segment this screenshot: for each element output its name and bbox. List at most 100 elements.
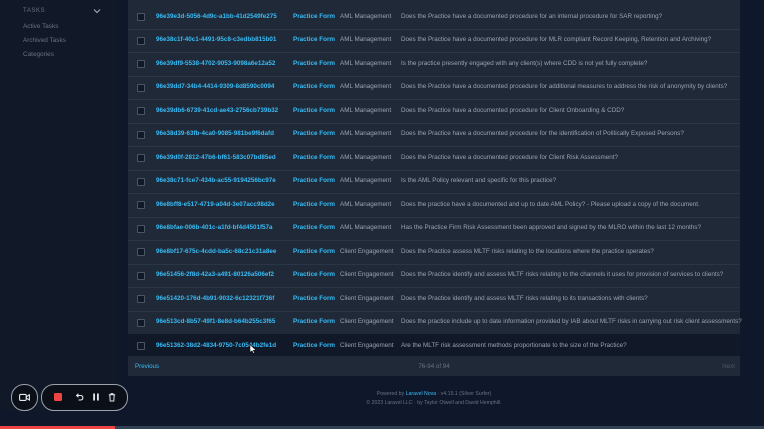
table-row[interactable]: 96e51362-38d2-4834-9750-7c0544b2fe1d Pra…	[128, 334, 740, 359]
table-row[interactable]: 96e39db6-6739-41cd-ae43-2756cb739b32 Pra…	[128, 99, 740, 124]
table-row[interactable]: 96e39df9-5538-4702-9053-9098a6e12a52 Pra…	[128, 52, 740, 77]
task-id-link[interactable]: 96e39db6-6739-41cd-ae43-2756cb739b32	[156, 107, 278, 114]
task-question: Has the Practice Firm Risk Assessment be…	[401, 224, 701, 231]
task-type-link[interactable]: Practice Form	[293, 177, 335, 184]
task-type-link[interactable]: Practice Form	[293, 154, 335, 161]
task-question: Does the Practice have a documented proc…	[401, 36, 712, 43]
sidebar-item-categories[interactable]: Categories	[23, 51, 54, 58]
table-row[interactable]: 96e513cd-8b57-49f1-8e8d-b64b255c3f65 Pra…	[128, 311, 742, 335]
table-row[interactable]: 96e51420-176d-4b91-9032-6c12321f736f Pra…	[128, 287, 740, 312]
row-checkbox[interactable]	[137, 13, 145, 21]
chevron-down-icon	[93, 9, 101, 14]
task-category: AML Management	[340, 83, 392, 90]
task-id-link[interactable]: 96e51456-2f8d-42a3-a491-80126a506ef2	[156, 271, 274, 278]
task-type-link[interactable]: Practice Form	[293, 60, 335, 67]
task-question: Is the AML Policy relevant and specific …	[401, 177, 557, 184]
sidebar-item-active-tasks[interactable]: Active Tasks	[23, 23, 58, 30]
task-id-link[interactable]: 96e39d0f-2812-47b6-bf61-583c07bd85ed	[156, 154, 276, 161]
footer-powered-by: Powered by	[376, 391, 405, 397]
table-row[interactable]: 96e39d0f-2812-47b6-bf61-583c07bd85ed Pra…	[128, 146, 740, 171]
task-category: Client Engagement	[340, 247, 394, 255]
task-question: Does the Practice have a documented proc…	[401, 83, 728, 90]
task-type-link[interactable]: Practice Form	[293, 201, 335, 208]
task-id-link[interactable]: 96e8bff8-e517-4719-a04d-3e07acc98d2e	[156, 201, 275, 208]
row-checkbox[interactable]	[137, 177, 145, 186]
task-id-link[interactable]: 96e39e3d-5056-4d9c-a1bb-41d2549fe275	[156, 13, 277, 20]
recording-controls	[41, 384, 128, 411]
task-type-link[interactable]: Practice Form	[293, 83, 335, 90]
row-checkbox[interactable]	[137, 130, 145, 139]
footer-version: · v4.15.1 (Silver Surfer)	[437, 391, 492, 397]
undo-icon[interactable]	[74, 392, 84, 402]
task-category: Client Engagement	[340, 294, 394, 302]
table-row[interactable]: 96e51456-2f8d-42a3-a491-80126a506ef2 Pra…	[128, 264, 740, 288]
row-checkbox[interactable]	[137, 201, 145, 209]
task-question: Does the practice include up to date inf…	[401, 318, 742, 325]
task-category: AML Management	[340, 224, 392, 231]
task-category: AML Management	[340, 153, 392, 161]
task-id-link[interactable]: 96e38c1f-40c1-4491-95c8-c3edbb815b01	[156, 36, 276, 43]
task-id-link[interactable]: 96e8bf17-675c-4cdd-ba5c-68c21c31a8ee	[156, 248, 276, 255]
table-row[interactable]: 96e38c1f-40c1-4491-95c8-c3edbb815b01 Pra…	[128, 29, 740, 53]
task-question: Does the Practice assess MLTF risks rela…	[401, 247, 654, 255]
task-category: AML Management	[340, 177, 392, 184]
task-id-link[interactable]: 96e513cd-8b57-49f1-8e8d-b64b255c3f65	[156, 318, 275, 325]
row-checkbox[interactable]	[137, 154, 145, 162]
task-question: Does the Practice identify and assess ML…	[401, 294, 648, 302]
footer: Powered by Laravel Nova · v4.15.1 (Silve…	[128, 390, 740, 408]
camera-toggle-button[interactable]	[11, 384, 38, 411]
task-type-link[interactable]: Practice Form	[293, 318, 335, 325]
task-type-link[interactable]: Practice Form	[293, 13, 335, 20]
camera-icon	[19, 393, 30, 401]
task-id-link[interactable]: 96e39dd7-34b4-4414-9309-8d8590c0094	[156, 83, 274, 90]
task-type-link[interactable]: Practice Form	[293, 271, 335, 278]
row-checkbox[interactable]	[137, 83, 145, 92]
task-id-link[interactable]: 96e38c71-fce7-434b-ac55-9194256bc97e	[156, 177, 276, 184]
task-id-link[interactable]: 96e51420-176d-4b91-9032-6c12321f736f	[156, 295, 274, 302]
task-category: AML Management	[340, 200, 392, 208]
sidebar-heading[interactable]: TASKS	[23, 8, 103, 18]
table-row[interactable]: 96e38c71-fce7-434b-ac55-9194256bc97e Pra…	[128, 170, 740, 194]
task-id-link[interactable]: 96e8bfae-006b-401c-a1fd-bf4d4501f57a	[156, 224, 273, 231]
stop-recording-icon[interactable]	[53, 392, 63, 402]
row-checkbox[interactable]	[137, 107, 145, 115]
pause-icon[interactable]	[91, 392, 101, 402]
row-checkbox[interactable]	[137, 60, 145, 68]
task-type-link[interactable]: Practice Form	[293, 295, 335, 302]
row-checkbox[interactable]	[137, 271, 145, 280]
mouse-cursor-icon	[249, 344, 257, 354]
task-type-link[interactable]: Practice Form	[293, 130, 335, 137]
task-question: Does the Practice have a documented proc…	[401, 12, 663, 20]
row-checkbox[interactable]	[137, 318, 145, 327]
footer-powered-line: Powered by Laravel Nova · v4.15.1 (Silve…	[128, 390, 740, 399]
task-type-link[interactable]: Practice Form	[293, 107, 335, 114]
task-table: 96e39e3d-5056-4d9c-a1bb-41d2549fe275 Pra…	[128, 0, 742, 376]
row-checkbox[interactable]	[137, 342, 145, 350]
task-category: AML Management	[340, 59, 392, 67]
task-type-link[interactable]: Practice Form	[293, 342, 335, 349]
table-row[interactable]: 96e8bff8-e517-4719-a04d-3e07acc98d2e Pra…	[128, 193, 740, 218]
trash-icon[interactable]	[107, 392, 117, 402]
task-id-link[interactable]: 96e39df9-5538-4702-9053-9098a6e12a52	[156, 60, 275, 67]
task-question: Does the practice have a documented and …	[401, 200, 700, 208]
table-row[interactable]: 96e8bf17-675c-4cdd-ba5c-68c21c31a8ee Pra…	[128, 240, 740, 265]
nova-link[interactable]: Laravel Nova	[406, 391, 437, 397]
task-type-link[interactable]: Practice Form	[293, 224, 335, 231]
task-type-link[interactable]: Practice Form	[293, 36, 335, 43]
task-category: AML Management	[340, 130, 392, 137]
row-checkbox[interactable]	[137, 248, 145, 256]
table-row[interactable]: 96e39dd7-34b4-4414-9309-8d8590c0094 Prac…	[128, 76, 740, 100]
sidebar-heading-label: TASKS	[23, 8, 46, 14]
task-id-link[interactable]: 96e51362-38d2-4834-9750-7c0544b2fe1d	[156, 342, 276, 349]
table-row[interactable]: 96e39e3d-5056-4d9c-a1bb-41d2549fe275 Pra…	[128, 5, 740, 30]
task-type-link[interactable]: Practice Form	[293, 248, 335, 255]
row-checkbox[interactable]	[137, 224, 145, 233]
next-page-button[interactable]: Next	[722, 363, 735, 370]
table-row[interactable]: 96e38d39-63fb-4ca0-9085-981be9f6dafd Pra…	[128, 123, 740, 147]
task-id-link[interactable]: 96e38d39-63fb-4ca0-9085-981be9f6dafd	[156, 130, 274, 137]
table-row[interactable]: 96e8bfae-006b-401c-a1fd-bf4d4501f57a Pra…	[128, 217, 740, 241]
task-question: Does the Practice identify and assess ML…	[401, 271, 724, 278]
row-checkbox[interactable]	[137, 295, 145, 303]
row-checkbox[interactable]	[137, 36, 145, 45]
sidebar-item-archived-tasks[interactable]: Archived Tasks	[23, 37, 66, 44]
